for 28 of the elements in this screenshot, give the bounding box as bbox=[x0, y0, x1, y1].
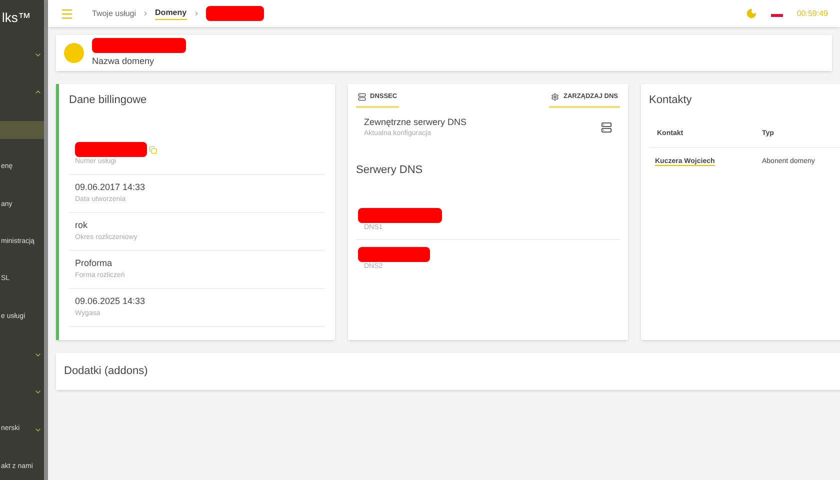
domain-avatar-icon bbox=[64, 43, 84, 63]
logo: lks™ bbox=[1, 9, 32, 27]
redaction-block bbox=[206, 6, 264, 21]
card-title: Kontakty bbox=[649, 93, 693, 108]
field-value: rok bbox=[75, 219, 88, 232]
card-title: Dane billingowe bbox=[69, 93, 148, 108]
field-value: Proforma bbox=[75, 257, 112, 270]
settings-icon bbox=[551, 92, 560, 101]
sidebar-item[interactable] bbox=[0, 120, 44, 139]
field-value: 09.06.2025 14:33 bbox=[75, 295, 146, 308]
breadcrumb-link[interactable]: Twoje usługi bbox=[92, 8, 136, 20]
breadcrumb-link[interactable]: Domeny bbox=[155, 7, 187, 20]
section-title: Serwery DNS bbox=[356, 162, 424, 178]
server-icon bbox=[601, 122, 612, 134]
field-value: 09.06.2017 14:33 bbox=[75, 181, 146, 194]
copy-icon[interactable] bbox=[149, 146, 157, 154]
session-timer: 00:59:49 bbox=[796, 8, 828, 20]
card-title: Dodatki (addons) bbox=[64, 364, 148, 380]
scrollbar[interactable] bbox=[44, 0, 48, 480]
moon-icon[interactable] bbox=[746, 8, 757, 19]
chevron-right-icon bbox=[192, 10, 200, 17]
config-title: Zewnętrzne serwery DNS bbox=[364, 116, 467, 129]
redaction-block bbox=[358, 246, 430, 262]
redaction-block bbox=[75, 142, 147, 158]
domain-label: Nazwa domeny bbox=[92, 54, 156, 68]
chevron-right-icon bbox=[142, 10, 150, 17]
menu-icon[interactable] bbox=[60, 6, 74, 20]
server-icon bbox=[358, 92, 366, 101]
